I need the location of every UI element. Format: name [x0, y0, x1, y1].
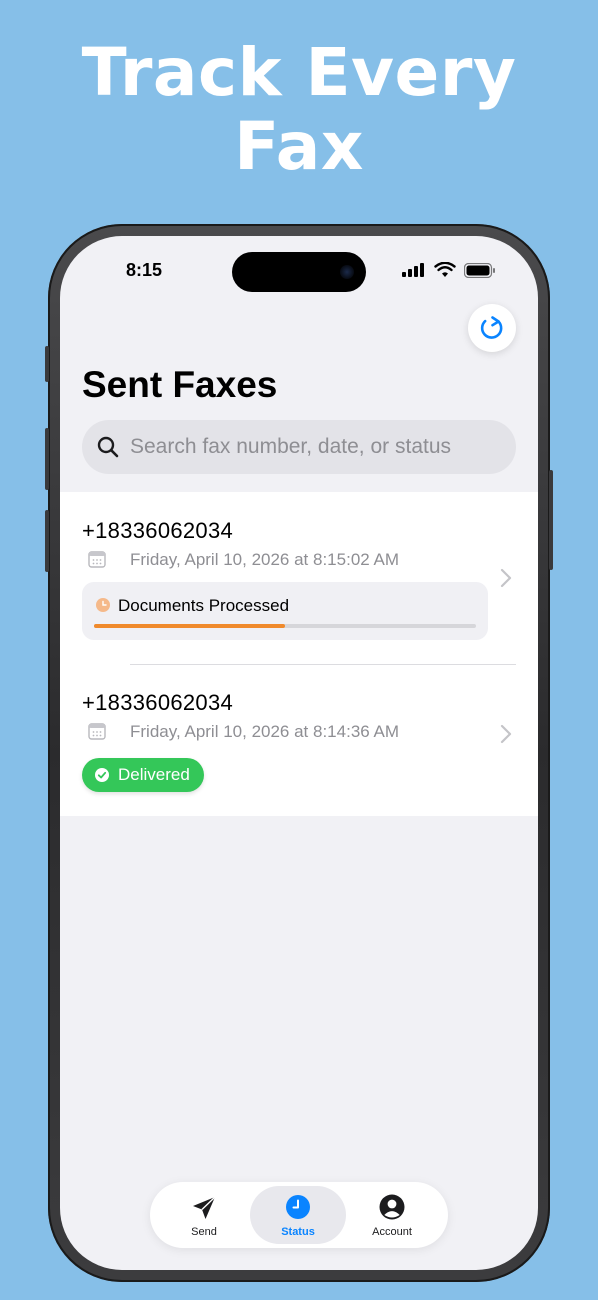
fax-date: Friday, April 10, 2026 at 8:14:36 AM	[130, 722, 400, 741]
status-icons	[402, 262, 496, 278]
camera-icon	[340, 265, 354, 279]
dynamic-island	[232, 252, 366, 292]
status-time: 8:15	[126, 260, 163, 280]
promo-headline-line2: Fax	[234, 108, 364, 185]
tab-bar: Send Status Account	[150, 1182, 448, 1248]
signal-icon	[402, 263, 424, 277]
clock-icon	[286, 1195, 310, 1219]
volume-down-button	[45, 510, 49, 572]
fax-list: +18336062034 Friday, April 10, 2026 at 8…	[60, 492, 538, 816]
checkmark-circle-icon	[95, 768, 109, 782]
tab-label: Send	[191, 1226, 217, 1238]
action-button	[45, 346, 49, 382]
tab-label: Status	[281, 1226, 315, 1238]
volume-up-button	[45, 428, 49, 490]
tab-status[interactable]: Status	[250, 1186, 346, 1244]
refresh-icon	[480, 316, 503, 339]
refresh-button[interactable]	[468, 304, 516, 352]
chevron-right-icon	[500, 724, 512, 744]
tab-send[interactable]: Send	[156, 1186, 252, 1244]
paper-plane-icon	[193, 1196, 216, 1219]
search-input[interactable]	[130, 420, 500, 474]
tab-account[interactable]: Account	[344, 1186, 440, 1244]
search-bar[interactable]	[82, 420, 516, 474]
calendar-icon	[88, 723, 106, 740]
promo-headline: Track Every Fax	[0, 36, 598, 184]
chevron-right-icon	[500, 568, 512, 588]
status-progress-card: Documents Processed	[82, 582, 488, 640]
fax-row[interactable]: +18336062034 Friday, April 10, 2026 at 8…	[60, 664, 538, 816]
calendar-icon	[88, 551, 106, 568]
person-circle-icon	[379, 1194, 405, 1220]
wifi-icon	[434, 262, 456, 277]
status-bar: 8:15	[60, 236, 538, 306]
clock-icon	[96, 598, 110, 612]
fax-number: +18336062034	[82, 690, 234, 715]
fax-date: Friday, April 10, 2026 at 8:15:02 AM	[130, 550, 400, 569]
page-title: Sent Faxes	[82, 364, 278, 405]
status-label: Documents Processed	[118, 596, 290, 615]
power-button	[549, 470, 553, 570]
status-label: Delivered	[118, 765, 190, 784]
phone-screen: 8:15 Sent Faxes Search fax number, date,…	[60, 236, 538, 1270]
tab-label: Account	[372, 1226, 412, 1238]
progress-fill	[94, 624, 285, 628]
progress-track	[94, 624, 476, 628]
search-icon	[97, 436, 119, 458]
promo-headline-line1: Track Every	[81, 34, 517, 111]
delivered-badge: Delivered	[82, 758, 204, 792]
fax-row[interactable]: +18336062034 Friday, April 10, 2026 at 8…	[60, 492, 538, 664]
fax-number: +18336062034	[82, 518, 234, 543]
battery-icon	[464, 262, 495, 278]
